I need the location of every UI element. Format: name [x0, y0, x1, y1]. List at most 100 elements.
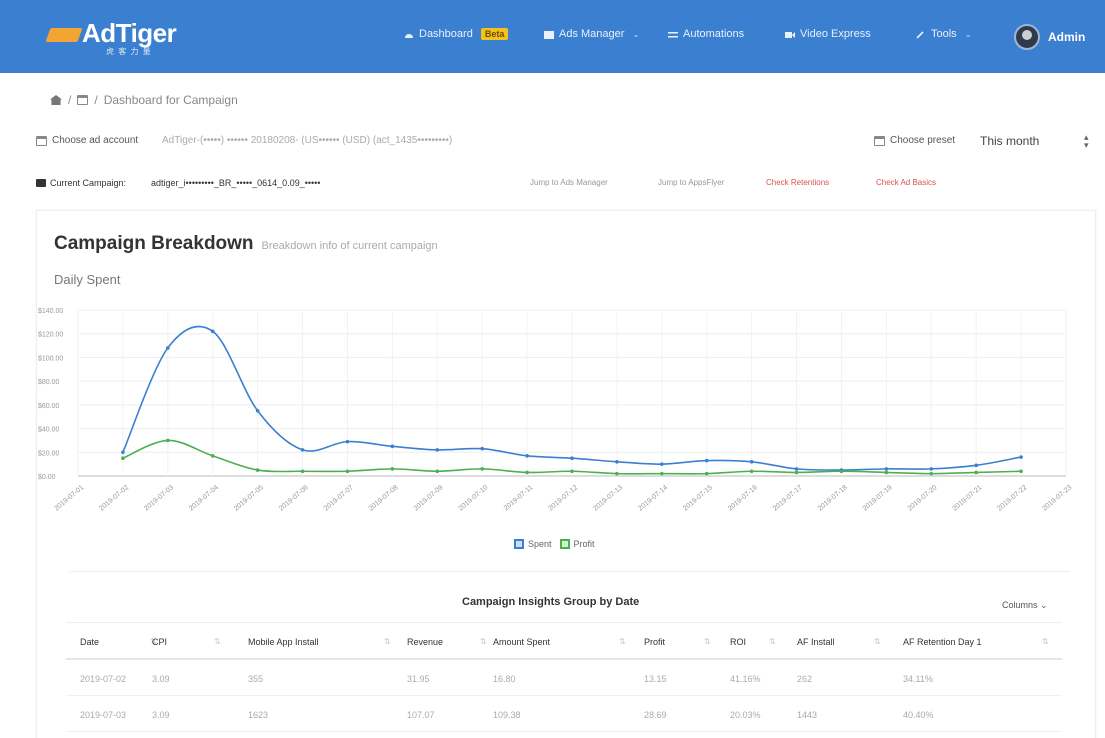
- data-point-profit[interactable]: [300, 469, 305, 474]
- account-label: Choose ad account: [36, 135, 138, 146]
- columns-dropdown[interactable]: Columns ⌄: [1002, 600, 1048, 611]
- data-point-profit[interactable]: [255, 468, 260, 472]
- preset-select[interactable]: This month: [980, 134, 1039, 148]
- data-point-profit[interactable]: [121, 456, 125, 461]
- table-cell: 20.03%: [730, 710, 761, 720]
- data-point-spent[interactable]: [884, 467, 889, 471]
- check-ad-basics-link[interactable]: Check Ad Basics: [876, 178, 936, 187]
- data-point-spent[interactable]: [660, 462, 664, 466]
- data-point-spent[interactable]: [570, 456, 574, 461]
- check-retentions-link[interactable]: Check Retentions: [766, 178, 829, 187]
- data-point-profit[interactable]: [839, 469, 844, 474]
- x-tick-label: 2019-07-15: [682, 484, 714, 512]
- data-point-profit[interactable]: [210, 454, 215, 458]
- select-arrows-icon[interactable]: ▴ ▾: [1084, 133, 1089, 150]
- data-point-profit[interactable]: [749, 469, 754, 474]
- data-point-profit[interactable]: [615, 471, 619, 476]
- account-row: Choose ad account AdTiger-(•••••) ••••••…: [36, 133, 1089, 151]
- data-point-spent[interactable]: [255, 408, 260, 413]
- table-cell: 41.16%: [730, 674, 761, 684]
- data-point-spent[interactable]: [525, 454, 529, 458]
- ad-account-select[interactable]: AdTiger-(•••••) •••••• 20180208- (US••••…: [162, 135, 452, 146]
- nav-dashboard[interactable]: Dashboard Beta: [404, 28, 509, 40]
- sort-icon[interactable]: ⇅: [619, 637, 626, 646]
- video-camera-icon: [785, 31, 795, 38]
- nav-video-express[interactable]: Video Express: [785, 28, 871, 40]
- data-point-spent[interactable]: [121, 450, 125, 455]
- data-point-spent[interactable]: [794, 467, 799, 471]
- x-tick-label: 2019-07-06: [278, 484, 310, 512]
- column-header[interactable]: Revenue: [407, 637, 443, 647]
- data-point-spent[interactable]: [615, 459, 619, 464]
- data-point-spent[interactable]: [390, 444, 395, 449]
- y-tick-label: $20.00: [38, 450, 60, 457]
- data-point-profit[interactable]: [435, 469, 440, 474]
- data-point-profit[interactable]: [794, 470, 799, 475]
- column-header[interactable]: CPI: [152, 637, 167, 647]
- data-point-profit[interactable]: [974, 470, 978, 475]
- data-point-spent[interactable]: [345, 439, 350, 444]
- column-header[interactable]: Profit: [644, 637, 665, 647]
- sort-icon[interactable]: ⇅: [769, 637, 776, 646]
- x-tick-label: 2019-07-10: [458, 484, 490, 512]
- x-tick-label: 2019-07-04: [188, 484, 220, 512]
- table-row[interactable]: 2019-07-03 3.09 1623 107.07 109.38 28.69 20.03…: [66, 698, 1062, 732]
- jump-appsflyer-link[interactable]: Jump to AppsFlyer: [658, 178, 724, 187]
- data-point-profit[interactable]: [1019, 469, 1023, 474]
- data-point-spent[interactable]: [704, 458, 709, 463]
- sort-icon[interactable]: ⇅: [384, 637, 391, 646]
- column-header[interactable]: AF Install: [797, 637, 835, 647]
- calendar-icon[interactable]: [77, 95, 89, 105]
- panel-title: Campaign Breakdown Breakdown info of cur…: [54, 233, 438, 255]
- data-point-spent[interactable]: [435, 448, 440, 452]
- x-tick-label: 2019-07-22: [996, 484, 1028, 512]
- sort-icon[interactable]: ⇅: [874, 637, 881, 646]
- data-point-spent[interactable]: [929, 467, 934, 471]
- data-point-spent[interactable]: [974, 463, 978, 468]
- data-point-profit[interactable]: [345, 469, 350, 474]
- column-header[interactable]: AF Retention Day 1: [903, 637, 982, 647]
- column-header[interactable]: Date: [80, 637, 99, 647]
- data-point-profit[interactable]: [660, 471, 664, 476]
- column-header[interactable]: ROI: [730, 637, 746, 647]
- data-point-spent[interactable]: [480, 446, 484, 451]
- beta-badge: Beta: [480, 28, 509, 40]
- avatar[interactable]: [1014, 24, 1040, 50]
- data-point-profit[interactable]: [480, 467, 484, 471]
- calendar-icon: [36, 135, 47, 146]
- data-point-profit[interactable]: [525, 470, 529, 475]
- nav-tools[interactable]: Tools ⌄: [916, 28, 971, 40]
- column-header[interactable]: Amount Spent: [493, 637, 550, 647]
- user-name[interactable]: Admin: [1048, 30, 1085, 44]
- nav-ads-manager[interactable]: Ads Manager ⌄: [544, 28, 639, 40]
- adtiger-logo[interactable]: AdTiger 虎 客 力 量: [45, 16, 188, 56]
- nav-tools-label: Tools: [931, 28, 957, 40]
- data-point-spent[interactable]: [166, 346, 170, 350]
- jump-ads-manager-link[interactable]: Jump to Ads Manager: [530, 178, 608, 187]
- data-point-profit[interactable]: [884, 470, 889, 475]
- data-point-spent[interactable]: [1019, 455, 1023, 459]
- logo-text: AdTiger: [82, 18, 177, 48]
- sort-icon[interactable]: ⇅: [214, 637, 221, 646]
- data-point-spent[interactable]: [749, 459, 754, 464]
- legend-swatch-spent[interactable]: [514, 539, 524, 549]
- nav-automations[interactable]: Automations: [668, 28, 744, 40]
- data-point-profit[interactable]: [166, 438, 170, 443]
- legend-swatch-profit[interactable]: [559, 539, 570, 549]
- sort-icon[interactable]: ⇅: [1042, 637, 1049, 646]
- x-tick-label: 2019-07-11: [503, 484, 535, 512]
- column-header[interactable]: Mobile App Install: [248, 637, 319, 647]
- data-point-spent[interactable]: [210, 329, 215, 334]
- x-tick-label: 2019-07-16: [727, 484, 759, 512]
- table-row[interactable]: 2019-07-02 3.09 355 31.95 16.80 13.15 41.16% 26…: [66, 662, 1062, 696]
- data-point-profit[interactable]: [929, 471, 934, 476]
- y-tick-label: $100.00: [38, 355, 63, 362]
- home-icon[interactable]: [50, 95, 62, 105]
- sort-icon[interactable]: ⇅: [704, 637, 711, 646]
- data-point-profit[interactable]: [390, 467, 395, 471]
- data-point-profit[interactable]: [570, 469, 574, 474]
- sort-icon[interactable]: ⇅: [480, 637, 487, 646]
- data-point-spent[interactable]: [300, 448, 305, 452]
- data-point-profit[interactable]: [704, 471, 709, 476]
- breadcrumb-current: Dashboard for Campaign: [103, 93, 238, 107]
